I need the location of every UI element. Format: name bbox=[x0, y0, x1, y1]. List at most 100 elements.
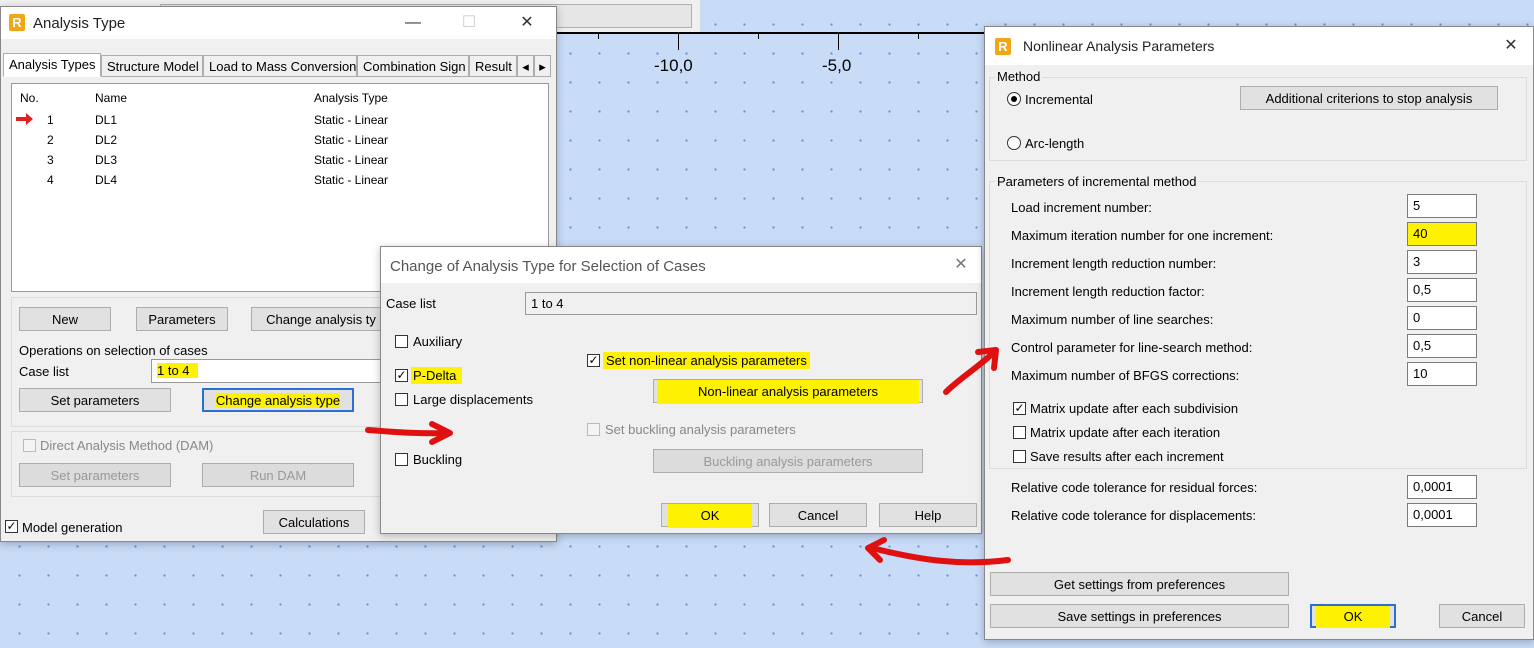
save-settings-button[interactable]: Save settings in preferences bbox=[990, 604, 1289, 628]
ruler-tick bbox=[918, 32, 919, 39]
title-bar: Change of Analysis Type for Selection of… bbox=[381, 247, 981, 283]
cell-type: Static - Linear bbox=[314, 113, 389, 127]
close-icon[interactable]: ✕ bbox=[515, 13, 539, 33]
large-displacements-checkbox[interactable] bbox=[395, 393, 408, 406]
case-list-label: Case list bbox=[386, 296, 436, 311]
table-header: No. Name Analysis Type bbox=[12, 88, 548, 108]
reduction-factor-input[interactable]: 0,5 bbox=[1407, 278, 1477, 302]
change-analysis-type-button[interactable]: Change analysis ty bbox=[251, 307, 391, 331]
arc-length-radio[interactable] bbox=[1007, 136, 1021, 150]
auxiliary-label: Auxiliary bbox=[413, 334, 463, 349]
dam-label: Direct Analysis Method (DAM) bbox=[40, 438, 214, 453]
dam-set-parameters-button[interactable]: Set parameters bbox=[19, 463, 171, 487]
ruler-axis bbox=[555, 32, 985, 34]
additional-criterions-button[interactable]: Additional criterions to stop analysis bbox=[1240, 86, 1498, 110]
case-list-value: 1 to 4 bbox=[157, 363, 198, 378]
get-settings-button[interactable]: Get settings from preferences bbox=[990, 572, 1289, 596]
parameters-button[interactable]: Parameters bbox=[136, 307, 228, 331]
param-label: Load increment number: bbox=[1011, 200, 1152, 215]
table-row[interactable]: 4 DL4 Static - Linear bbox=[12, 170, 548, 190]
ruler-label: -10,0 bbox=[654, 56, 693, 75]
cell-name: DL1 bbox=[95, 113, 118, 127]
model-generation-checkbox[interactable]: ✓ bbox=[5, 520, 18, 533]
param-label: Maximum number of BFGS corrections: bbox=[1011, 368, 1240, 383]
line-searches-input[interactable]: 0 bbox=[1407, 306, 1477, 330]
tab-result[interactable]: Result bbox=[469, 55, 517, 77]
ruler-tick bbox=[598, 32, 599, 39]
cancel-button[interactable]: Cancel bbox=[769, 503, 867, 527]
load-increment-input[interactable]: 5 bbox=[1407, 194, 1477, 218]
tab-structure-model[interactable]: Structure Model bbox=[101, 55, 203, 77]
tab-scroll-left-icon[interactable]: ◂ bbox=[517, 55, 534, 77]
ruler-tick bbox=[678, 32, 679, 50]
robot-logo-icon: R bbox=[9, 14, 25, 31]
window-title: Analysis Type bbox=[33, 15, 126, 32]
table-row[interactable]: 1 DL1 Static - Linear bbox=[12, 110, 548, 130]
method-group-title: Method bbox=[995, 69, 1043, 84]
table-row[interactable]: 2 DL2 Static - Linear bbox=[12, 130, 548, 150]
minimize-icon[interactable]: — bbox=[401, 13, 425, 33]
title-bar: R Nonlinear Analysis Parameters ✕ bbox=[985, 27, 1533, 65]
incremental-radio[interactable] bbox=[1007, 92, 1021, 106]
case-list-input[interactable]: 1 to 4 bbox=[151, 359, 391, 383]
help-button[interactable]: Help bbox=[879, 503, 977, 527]
dialog-title: Change of Analysis Type for Selection of… bbox=[390, 258, 706, 275]
tolerance-label: Relative code tolerance for residual for… bbox=[1011, 480, 1258, 495]
nonlinear-params-button[interactable]: Non-linear analysis parameters bbox=[653, 379, 923, 404]
matrix-iteration-label: Matrix update after each iteration bbox=[1030, 425, 1221, 440]
incremental-label: Incremental bbox=[1025, 92, 1093, 107]
set-nonlinear-text: Set non-linear analysis parameters bbox=[603, 352, 810, 369]
new-button[interactable]: New bbox=[19, 307, 111, 331]
p-delta-label: P-Delta bbox=[411, 367, 463, 384]
maximize-icon[interactable]: ☐ bbox=[457, 13, 481, 33]
param-label: Increment length reduction number: bbox=[1011, 256, 1217, 271]
ops-group-title: Operations on selection of cases bbox=[19, 343, 208, 358]
ruler-label: -5,0 bbox=[822, 56, 852, 75]
cell-no: 2 bbox=[47, 133, 54, 147]
set-nonlinear-checkbox[interactable]: ✓ bbox=[587, 354, 600, 367]
tab-analysis-types[interactable]: Analysis Types bbox=[3, 53, 101, 77]
robot-logo-icon: R bbox=[995, 38, 1011, 55]
set-buckling-checkbox[interactable] bbox=[587, 423, 600, 436]
param-label: Control parameter for line-search method… bbox=[1011, 340, 1253, 355]
auxiliary-checkbox[interactable] bbox=[395, 335, 408, 348]
matrix-subdivision-checkbox[interactable]: ✓ bbox=[1013, 402, 1026, 415]
buckling-params-button[interactable]: Buckling analysis parameters bbox=[653, 449, 923, 473]
set-parameters-button[interactable]: Set parameters bbox=[19, 388, 171, 412]
p-delta-checkbox[interactable]: ✓ bbox=[395, 369, 408, 382]
ok-label: OK bbox=[1316, 606, 1390, 628]
line-search-control-input[interactable]: 0,5 bbox=[1407, 334, 1477, 358]
change-analysis-type-label: Change analysis type bbox=[215, 393, 341, 408]
dam-checkbox[interactable] bbox=[23, 439, 36, 452]
close-icon[interactable]: ✕ bbox=[949, 255, 973, 275]
current-row-arrow-icon bbox=[16, 113, 33, 125]
tab-scroll-right-icon[interactable]: ▸ bbox=[534, 55, 551, 77]
arc-length-label: Arc-length bbox=[1025, 136, 1085, 151]
tab-load-to-mass[interactable]: Load to Mass Conversion bbox=[203, 55, 357, 77]
ruler-tick bbox=[838, 32, 839, 50]
table-row[interactable]: 3 DL3 Static - Linear bbox=[12, 150, 548, 170]
run-dam-button[interactable]: Run DAM bbox=[202, 463, 354, 487]
matrix-iteration-checkbox[interactable] bbox=[1013, 426, 1026, 439]
cell-type: Static - Linear bbox=[314, 173, 389, 187]
change-analysis-type-selected-button[interactable]: Change analysis type bbox=[202, 388, 354, 412]
set-buckling-label: Set buckling analysis parameters bbox=[605, 422, 796, 437]
ok-button[interactable]: OK bbox=[1310, 604, 1396, 628]
reduction-number-input[interactable]: 3 bbox=[1407, 250, 1477, 274]
cancel-button[interactable]: Cancel bbox=[1439, 604, 1525, 628]
residual-tolerance-input[interactable]: 0,0001 bbox=[1407, 475, 1477, 499]
tab-combination-sign[interactable]: Combination Sign bbox=[357, 55, 469, 77]
ok-button[interactable]: OK bbox=[661, 503, 759, 528]
matrix-subdivision-label: Matrix update after each subdivision bbox=[1030, 401, 1239, 416]
max-iteration-input[interactable]: 40 bbox=[1407, 222, 1477, 246]
cell-name: DL3 bbox=[95, 153, 118, 167]
buckling-checkbox[interactable] bbox=[395, 453, 408, 466]
displacement-tolerance-input[interactable]: 0,0001 bbox=[1407, 503, 1477, 527]
calculations-button[interactable]: Calculations bbox=[263, 510, 365, 534]
model-generation-label: Model generation bbox=[22, 520, 123, 535]
param-label: Maximum iteration number for one increme… bbox=[1011, 228, 1274, 243]
close-icon[interactable]: ✕ bbox=[1499, 36, 1523, 56]
save-results-checkbox[interactable] bbox=[1013, 450, 1026, 463]
bfgs-corrections-input[interactable]: 10 bbox=[1407, 362, 1477, 386]
save-results-label: Save results after each increment bbox=[1030, 449, 1224, 464]
